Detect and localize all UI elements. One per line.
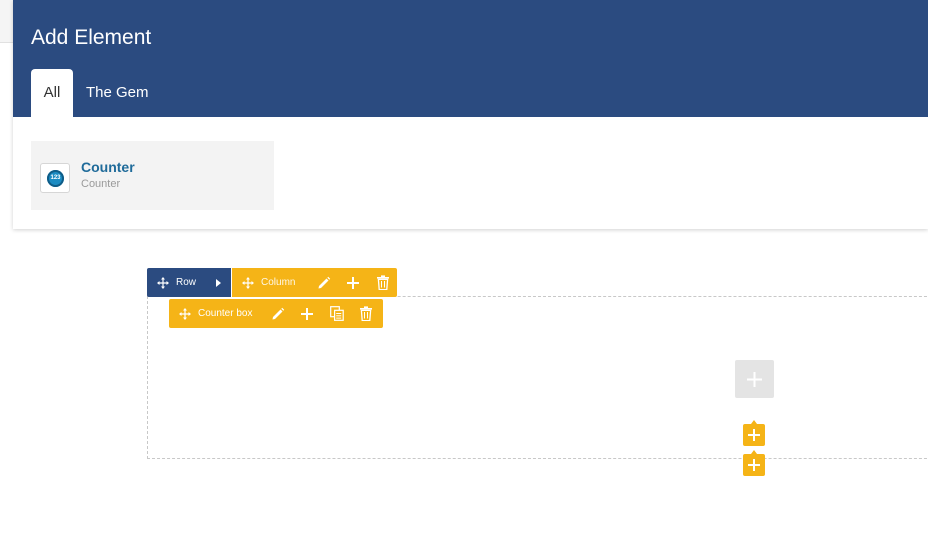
add-element-modal: Add Element All The Gem 123 Counter Coun… [13,0,928,229]
pencil-icon[interactable] [316,275,332,291]
tab-all[interactable]: All [31,69,73,117]
plus-icon[interactable] [346,276,360,290]
caret-right-icon[interactable] [214,278,222,288]
move-icon[interactable] [156,276,170,290]
clone-icon[interactable] [329,306,345,322]
trash-icon[interactable] [358,306,374,322]
counter-box-controls: Counter box [169,299,383,328]
notch-decoration [751,420,757,424]
pencil-icon[interactable] [270,306,286,322]
plus-icon [748,459,760,471]
add-element-button[interactable] [735,360,774,398]
row-label[interactable]: Row [176,277,196,288]
modal-title: Add Element [31,26,152,49]
column-label[interactable]: Column [261,277,295,288]
row-controls: Row [147,268,231,297]
element-name: Counter [81,159,135,175]
plus-icon [748,429,760,441]
column-controls: Column [232,268,397,297]
counter-box-label[interactable]: Counter box [198,308,252,319]
move-icon[interactable] [178,307,192,321]
add-section-button[interactable] [743,420,765,446]
plus-icon[interactable] [300,307,314,321]
counter-icon-text: 123 [47,170,64,187]
tab-the-gem[interactable]: The Gem [86,69,149,117]
element-card-counter[interactable]: 123 Counter Counter [31,141,274,210]
counter-123-icon: 123 [40,163,70,193]
background-page-strip [0,0,14,43]
element-description: Counter [81,178,121,190]
modal-header: Add Element All The Gem [13,0,928,117]
move-icon[interactable] [241,276,255,290]
plus-icon [747,371,762,387]
notch-decoration [751,450,757,454]
add-row-button[interactable] [743,450,765,476]
trash-icon[interactable] [375,275,391,291]
